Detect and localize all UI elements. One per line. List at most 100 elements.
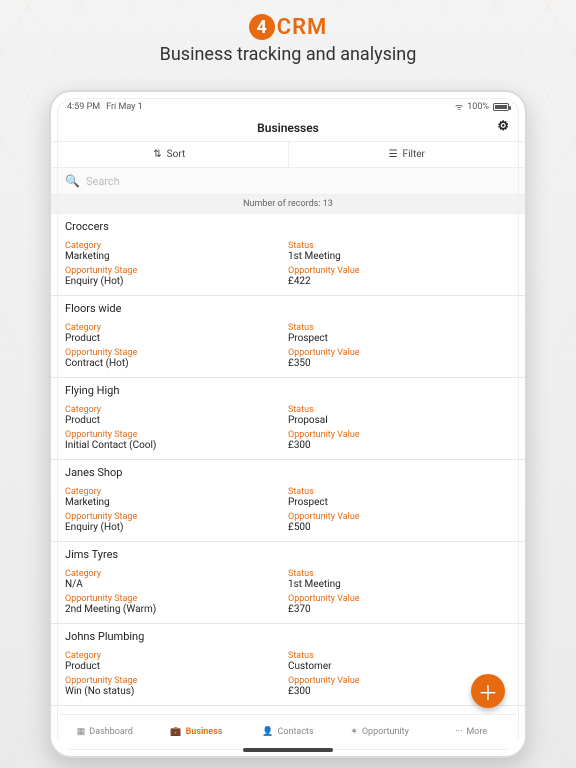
business-card[interactable]: Croccers CategoryMarketingStatus1st Meeti… (51, 214, 525, 296)
battery-pct: 100% (467, 102, 489, 112)
value-value: £422 (288, 276, 511, 287)
status-value: Customer (288, 661, 511, 672)
business-name: Floors wide (65, 302, 511, 315)
search-placeholder: Search (86, 175, 120, 188)
device-side-button (525, 184, 527, 208)
stage-label: Opportunity Stage (65, 676, 288, 686)
value-label: Opportunity Value (288, 594, 511, 604)
status-label: Status (288, 405, 511, 415)
record-count: Number of records: 13 (51, 195, 525, 214)
device-volume-button (525, 214, 527, 254)
business-card[interactable]: Floors wide CategoryProductStatusProspect… (51, 296, 525, 378)
stage-label: Opportunity Stage (65, 266, 288, 276)
business-card[interactable]: Johns PlumbingCategoryProductStatusCusto… (51, 624, 525, 706)
business-name: Janes Shop (65, 466, 511, 479)
tab-bar: ▦ Dashboard 💼 Business 👤 Contacts ✶ Oppo… (59, 714, 517, 748)
status-value: Prospect (288, 497, 511, 508)
sort-label: Sort (167, 149, 186, 160)
home-indicator (243, 748, 333, 752)
filter-icon: ☰ (389, 149, 398, 160)
value-label: Opportunity Value (288, 266, 511, 276)
stage-value: Win (No status) (65, 686, 288, 697)
tab-more-label: More (466, 727, 487, 737)
dashboard-icon: ▦ (77, 727, 86, 737)
contact-icon: 👤 (262, 727, 273, 737)
page-title-bar: Businesses ⚙ (51, 115, 525, 141)
category-label: Category (65, 241, 288, 251)
business-card[interactable]: Jims TyresCategoryN/AStatus1st MeetingOp… (51, 542, 525, 624)
brand-logo: 4 CRM (249, 14, 328, 40)
business-name: Jims Tyres (65, 548, 511, 561)
status-date: Fri May 1 (106, 102, 143, 112)
wifi-icon: ᯤ (455, 100, 463, 113)
status-value: 1st Meeting (288, 579, 511, 590)
value-value: £350 (288, 358, 511, 369)
brand-logo-text: CRM (277, 15, 328, 40)
briefcase-icon: 💼 (170, 727, 181, 737)
category-value: Marketing (65, 251, 288, 262)
stage-value: Contract (Hot) (65, 358, 288, 369)
more-icon: ··· (455, 727, 462, 737)
category-label: Category (65, 651, 288, 661)
category-value: Product (65, 333, 288, 344)
device-frame: 4:59 PM Fri May 1 ᯤ 100% Businesses ⚙ ⇅ … (49, 90, 527, 758)
status-label: Status (288, 241, 511, 251)
battery-icon (493, 103, 509, 111)
stage-label: Opportunity Stage (65, 594, 288, 604)
status-value: Proposal (288, 415, 511, 426)
tab-opportunity[interactable]: ✶ Opportunity (334, 715, 426, 748)
settings-gear-icon[interactable]: ⚙ (497, 119, 509, 134)
business-card[interactable]: Janes ShopCategoryMarketingStatusProspec… (51, 460, 525, 542)
tab-business-label: Business (186, 727, 223, 737)
brand-logo-mark: 4 (249, 14, 275, 40)
tab-opportunity-label: Opportunity (362, 727, 409, 737)
status-bar: 4:59 PM Fri May 1 ᯤ 100% (51, 92, 525, 115)
category-label: Category (65, 487, 288, 497)
value-value: £370 (288, 604, 511, 615)
status-label: Status (288, 569, 511, 579)
business-name: Flying High (65, 384, 511, 397)
business-list: CroccersCategoryMarketingStatus1st Meeti… (51, 214, 525, 706)
add-business-fab[interactable]: ＋ (471, 674, 505, 708)
tab-contacts[interactable]: 👤 Contacts (242, 715, 334, 748)
tab-dashboard-label: Dashboard (89, 727, 133, 737)
stage-value: 2nd Meeting (Warm) (65, 604, 288, 615)
status-time: 4:59 PM (67, 102, 100, 112)
category-label: Category (65, 323, 288, 333)
tagline: Business tracking and analysing (0, 44, 576, 65)
brand-header: 4 CRM Business tracking and analysing (0, 0, 576, 65)
stage-label: Opportunity Stage (65, 430, 288, 440)
stage-value: Enquiry (Hot) (65, 276, 288, 287)
plus-icon: ＋ (478, 677, 498, 706)
category-label: Category (65, 405, 288, 415)
tab-dashboard[interactable]: ▦ Dashboard (59, 715, 151, 748)
status-value: 1st Meeting (288, 251, 511, 262)
filter-label: Filter (403, 149, 425, 160)
business-name: Croccers (65, 220, 511, 233)
status-label: Status (288, 651, 511, 661)
search-icon: 🔍 (65, 174, 80, 188)
category-value: N/A (65, 579, 288, 590)
tab-more[interactable]: ··· More (425, 715, 517, 748)
value-label: Opportunity Value (288, 348, 511, 358)
value-label: Opportunity Value (288, 512, 511, 522)
category-label: Category (65, 569, 288, 579)
value-value: £500 (288, 522, 511, 533)
status-value: Prospect (288, 333, 511, 344)
toolbar: ⇅ Sort ☰ Filter (51, 141, 525, 168)
category-value: Product (65, 661, 288, 672)
category-value: Marketing (65, 497, 288, 508)
filter-button[interactable]: ☰ Filter (289, 142, 526, 167)
opportunity-icon: ✶ (350, 727, 358, 737)
status-label: Status (288, 323, 511, 333)
value-value: £300 (288, 440, 511, 451)
search-input[interactable]: 🔍 Search (51, 168, 525, 195)
tab-contacts-label: Contacts (278, 727, 314, 737)
sort-button[interactable]: ⇅ Sort (51, 142, 289, 167)
business-card[interactable]: Flying HighCategoryProductStatusProposal… (51, 378, 525, 460)
tab-business[interactable]: 💼 Business (151, 715, 243, 748)
value-label: Opportunity Value (288, 430, 511, 440)
stage-label: Opportunity Stage (65, 512, 288, 522)
stage-label: Opportunity Stage (65, 348, 288, 358)
page-title: Businesses (257, 121, 319, 135)
